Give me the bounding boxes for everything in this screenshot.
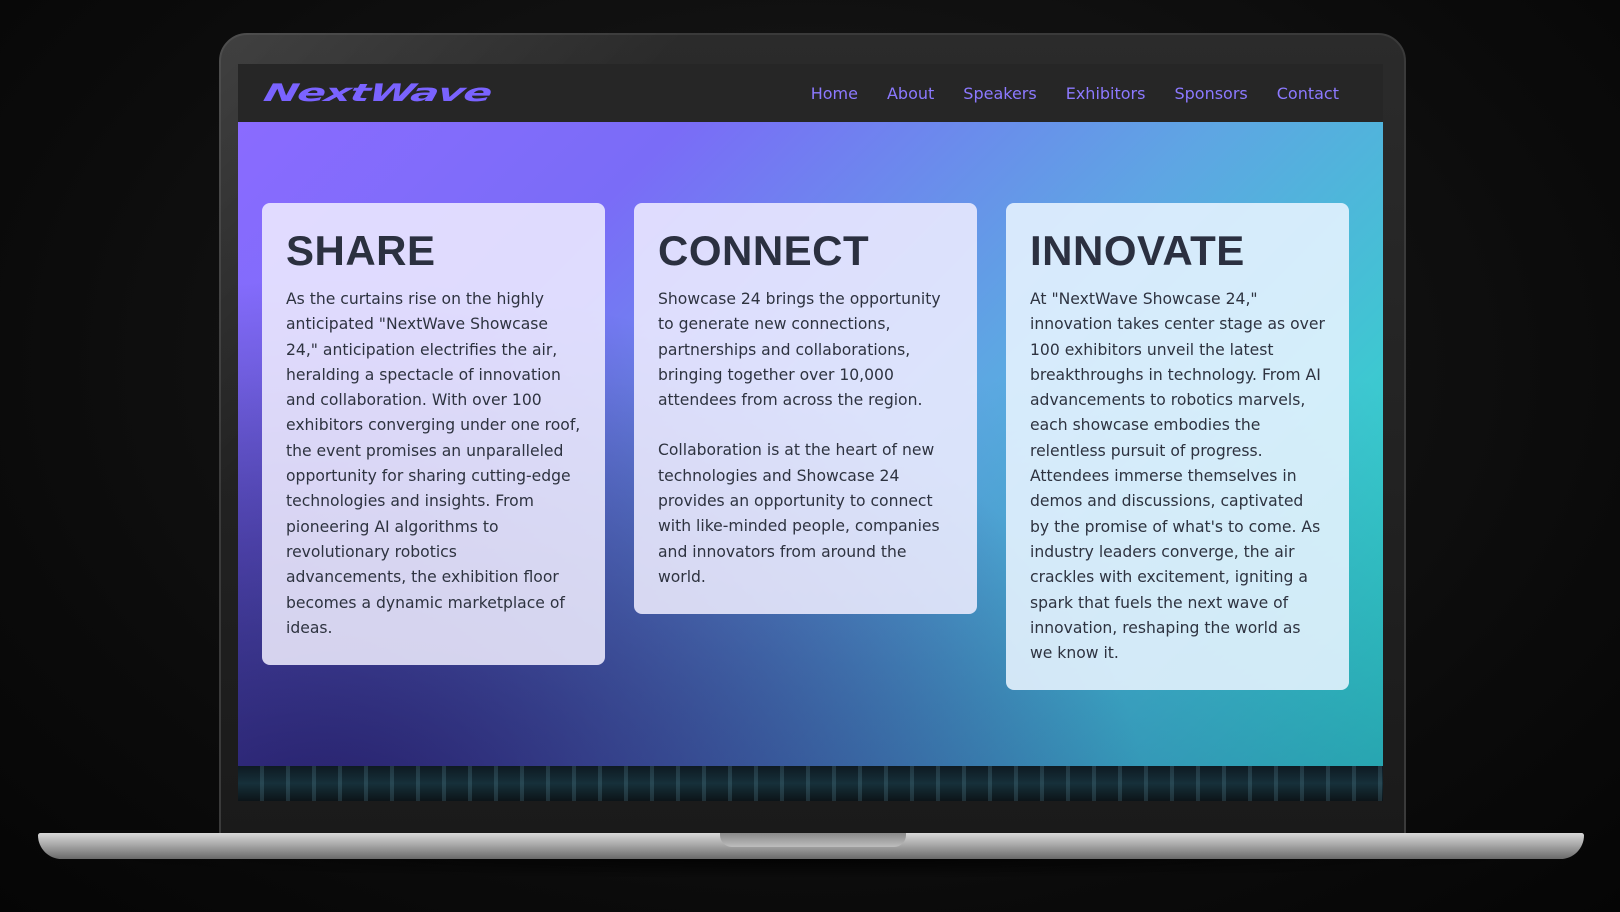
nav-link-speakers[interactable]: Speakers <box>963 84 1036 103</box>
card-title: INNOVATE <box>1030 227 1245 274</box>
card-share: SHARE As the curtains rise on the highly… <box>262 203 605 666</box>
nextwave-logo[interactable]: NextWave <box>261 79 494 107</box>
nav-links: Home About Speakers Exhibitors Sponsors … <box>811 84 1339 103</box>
site-navbar: NextWave Home About Speakers Exhibitors … <box>238 64 1383 122</box>
nav-link-contact[interactable]: Contact <box>1277 84 1339 103</box>
nav-link-home[interactable]: Home <box>811 84 858 103</box>
card-paragraph: Collaboration is at the heart of new tec… <box>658 441 940 586</box>
laptop-shadow <box>60 859 1560 879</box>
laptop-screen: NextWave Home About Speakers Exhibitors … <box>238 64 1383 801</box>
card-title: SHARE <box>286 227 436 274</box>
card-paragraph: Showcase 24 brings the opportunity to ge… <box>658 290 941 410</box>
laptop-base-notch <box>720 833 906 847</box>
nav-link-exhibitors[interactable]: Exhibitors <box>1066 84 1146 103</box>
card-paragraph: At "NextWave Showcase 24," innovation ta… <box>1030 290 1325 663</box>
card-paragraph: As the curtains rise on the highly antic… <box>286 290 581 637</box>
card-connect: CONNECT Showcase 24 brings the opportuni… <box>634 203 977 615</box>
keyboard-reflection <box>238 766 1383 801</box>
card-title: CONNECT <box>658 227 870 274</box>
card-innovate: INNOVATE At "NextWave Showcase 24," inno… <box>1006 203 1349 691</box>
hero-section: SHARE As the curtains rise on the highly… <box>238 122 1383 766</box>
nav-link-sponsors[interactable]: Sponsors <box>1174 84 1247 103</box>
nav-link-about[interactable]: About <box>887 84 934 103</box>
